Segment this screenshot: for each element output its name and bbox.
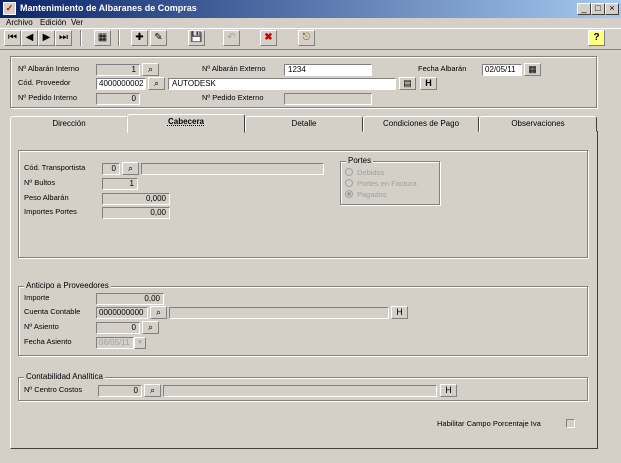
tab-detalle[interactable]: Detalle (245, 116, 363, 132)
search-icon[interactable]: ⌕ (148, 77, 165, 90)
tab-condiciones-pago[interactable]: Condiciones de Pago (363, 116, 479, 132)
iva-checkbox[interactable] (566, 419, 575, 428)
analitica-title: Contabilidad Analítica (24, 372, 105, 381)
menu-edicion[interactable]: Edición (40, 18, 66, 27)
window-title: Mantenimiento de Albaranes de Compras (20, 3, 197, 13)
toolbar-separator (80, 30, 82, 46)
pedido-externo-label: Nº Pedido Externo (202, 93, 264, 102)
radio-debidos-label: Debidos (357, 168, 385, 177)
transportista-field[interactable]: 0 (102, 163, 120, 175)
bultos-field[interactable]: 1 (102, 178, 138, 190)
proveedor-label: Cód. Proveedor (18, 78, 71, 87)
proveedor-code-field[interactable]: 4000000002 (96, 78, 146, 90)
calendar-icon[interactable]: ▦ (524, 63, 541, 76)
transportista-label: Cód. Transportista (24, 163, 86, 172)
albaran-externo-label: Nº Albarán Externo (202, 64, 266, 73)
asiento-label: Nº Asiento (24, 322, 59, 331)
fecha-albaran-label: Fecha Albarán (418, 64, 467, 73)
menu-archivo[interactable]: Archivo (6, 18, 33, 27)
calculator-icon[interactable]: ▦ (94, 30, 111, 46)
albaran-interno-label: Nº Albarán Interno (18, 64, 80, 73)
bultos-label: Nº Bultos (24, 178, 56, 187)
edit-record-icon[interactable]: ✎ (150, 30, 167, 46)
radio-debidos[interactable] (345, 168, 353, 176)
iva-label: Habilitar Campo Porcentaje Iva (437, 419, 541, 428)
radio-pagados-label: Pagados (357, 190, 387, 199)
next-record-icon[interactable]: ▶ (38, 30, 55, 46)
exit-icon[interactable]: ⎋ (298, 30, 315, 46)
fecha-asiento-label: Fecha Asiento (24, 337, 72, 346)
help-icon[interactable]: ? (588, 30, 605, 46)
albaran-interno-field[interactable]: 1 (96, 64, 140, 76)
tab-observaciones[interactable]: Observaciones (479, 116, 597, 132)
fecha-asiento-field[interactable]: 06/05/11 (96, 337, 134, 349)
new-record-icon[interactable]: ✚ (131, 30, 148, 46)
save-icon[interactable]: 💾 (188, 30, 205, 46)
portes-title: Portes (346, 156, 374, 165)
maximize-button[interactable]: □ (591, 3, 605, 15)
undo-icon[interactable]: ↶ (223, 30, 240, 46)
search-icon[interactable]: ⌕ (142, 63, 159, 76)
anticipo-title: Anticipo a Proveedores (24, 281, 111, 290)
minimize-button[interactable]: _ (577, 3, 591, 15)
chevron-down-icon[interactable]: ▾ (134, 337, 146, 349)
proveedor-name-field[interactable]: AUTODESK (168, 78, 396, 90)
search-icon[interactable]: ⌕ (144, 384, 161, 397)
first-record-icon[interactable]: ⏮ (4, 30, 21, 46)
tab-direccion[interactable]: Dirección (10, 116, 128, 132)
card-icon[interactable]: ▤ (399, 77, 416, 90)
history-button[interactable]: H (440, 384, 457, 397)
anticipo-importe-field[interactable]: 0,00 (96, 293, 164, 305)
asiento-field[interactable]: 0 (96, 322, 140, 334)
peso-field[interactable]: 0,000 (102, 193, 170, 205)
history-button[interactable]: H (420, 77, 437, 90)
cuenta-label: Cuenta Contable (24, 307, 81, 316)
transportista-name-field[interactable] (141, 163, 324, 175)
last-record-icon[interactable]: ⏭ (55, 30, 72, 46)
fecha-albaran-field[interactable]: 02/05/11 (482, 64, 522, 76)
menu-bar (0, 18, 621, 28)
prev-record-icon[interactable]: ◀ (21, 30, 38, 46)
importe-portes-label: Importes Portes (24, 207, 77, 216)
search-icon[interactable]: ⌕ (142, 321, 159, 334)
pedido-externo-field[interactable] (284, 93, 372, 105)
close-button[interactable]: × (605, 3, 619, 15)
radio-portes-factura-label: Portes en Factura (357, 179, 417, 188)
anticipo-importe-label: Importe (24, 293, 50, 302)
centro-field[interactable]: 0 (98, 385, 142, 397)
radio-portes-factura[interactable] (345, 179, 353, 187)
cuenta-name-field[interactable] (169, 307, 389, 319)
radio-pagados[interactable] (345, 190, 353, 198)
importe-portes-field[interactable]: 0,00 (102, 207, 170, 219)
search-icon[interactable]: ⌕ (122, 162, 139, 175)
app-icon[interactable]: ✓ (3, 2, 16, 15)
search-icon[interactable]: ⌕ (150, 306, 167, 319)
centro-label: Nº Centro Costos (24, 385, 83, 394)
cuenta-field[interactable]: 0000000000 (96, 307, 148, 319)
centro-name-field[interactable] (163, 385, 437, 397)
peso-label: Peso Albarán (24, 193, 69, 202)
history-button[interactable]: H (391, 306, 408, 319)
albaran-externo-field[interactable]: 1234 (284, 64, 372, 76)
pedido-interno-field[interactable]: 0 (96, 93, 140, 105)
pedido-interno-label: Nº Pedido Interno (18, 93, 78, 102)
menu-ver[interactable]: Ver (71, 18, 83, 27)
delete-icon[interactable]: ✖ (260, 30, 277, 46)
toolbar-separator (118, 30, 120, 46)
